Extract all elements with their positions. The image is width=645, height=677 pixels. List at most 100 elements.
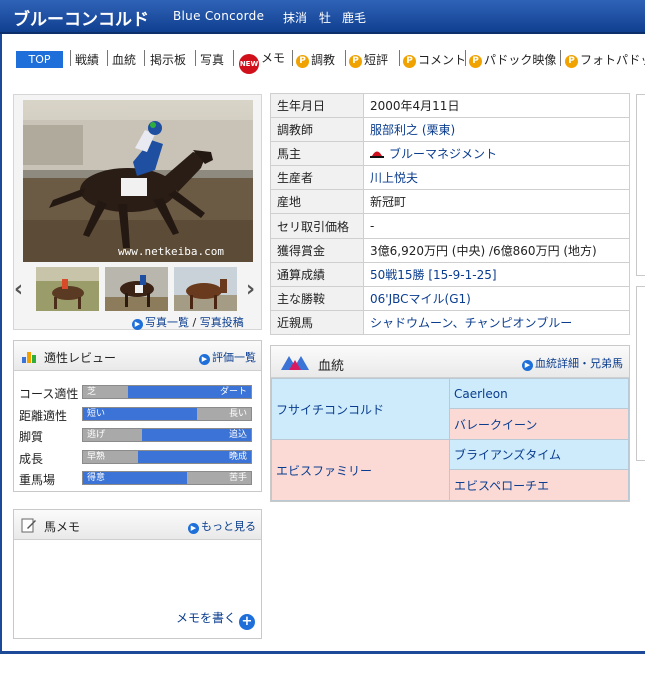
page-header: ブルーコンコルド Blue Concorde 抹消 牡 鹿毛 (0, 0, 645, 34)
profile-value[interactable]: 06'JBCマイル(G1) (370, 292, 471, 306)
profile-row: セリ取引価格 - (270, 213, 630, 239)
dam-link[interactable]: エビスファミリー (276, 462, 372, 479)
thumbnail-3[interactable] (174, 267, 237, 311)
nav-separator (399, 50, 400, 66)
dam-sire-link[interactable]: ブライアンズタイム (454, 446, 561, 463)
profile-key: 近親馬 (270, 309, 364, 335)
profile-key: 主な勝鞍 (270, 285, 364, 311)
tab-pedigree[interactable]: 血統 (112, 51, 136, 68)
tab-paddock-video[interactable]: P パドック映像 (469, 51, 556, 68)
aptitude-right-label: 晩成 (228, 451, 247, 462)
aptitude-review-panel: 適性レビュー ▶ 評価一覧 コース適性芝 ダート 距離適性 短い 長い 脚質 逃げ 追込 成長 早熟… (13, 340, 262, 492)
prev-photo-arrow[interactable]: ‹ (14, 277, 23, 302)
link-separator: / (192, 316, 197, 329)
pedigree-header: 血統 ▶ 血統詳細・兄弟馬 (271, 346, 629, 378)
coat-color-label: 鹿毛 (342, 11, 367, 25)
premium-icon: P (349, 55, 362, 68)
aptitude-row: 脚質 逃げ 追込 (19, 428, 255, 444)
thumbnail-1[interactable] (36, 267, 99, 311)
photo-panel: www.netkeiba.com ‹ › ▶ 写真一覧 / 写真投稿 (13, 94, 262, 330)
horse-name: ブルーコンコルド (13, 10, 149, 30)
next-photo-arrow[interactable]: › (246, 277, 255, 302)
aptitude-left-label: 短い (87, 408, 106, 419)
page-footer-border (0, 651, 645, 654)
profile-value[interactable]: 50戦15勝 [15-9-1-25] (370, 268, 497, 282)
profile-value[interactable]: シャドウムーン、チャンピオンブルー (370, 316, 572, 330)
tab-results[interactable]: 戦績 (75, 51, 99, 68)
nav-separator (233, 50, 234, 66)
dam-sire-cell[interactable]: ブライアンズタイム (449, 439, 629, 470)
aptitude-bar: 短い 長い (82, 406, 252, 421)
profile-row: 主な勝鞍 06'JBCマイル(G1) (270, 285, 630, 311)
aptitude-bar: 逃げ 追込 (82, 428, 252, 442)
tab-review[interactable]: P 短評 (349, 51, 388, 68)
aptitude-label: コース適性 (19, 387, 79, 401)
bar-chart-icon (22, 352, 36, 363)
thumbnail-2[interactable] (105, 267, 168, 311)
pedigree-title: 血統 (318, 359, 345, 374)
tab-memo[interactable]: NEW メモ (239, 49, 285, 74)
profile-value[interactable]: 服部利之 (栗東) (370, 123, 455, 137)
sire-dam-link[interactable]: バレークイーン (454, 416, 537, 433)
sire-sire-cell[interactable]: Caerleon (449, 378, 629, 409)
profile-key: セリ取引価格 (270, 213, 364, 239)
aptitude-right-label: ダート (219, 387, 247, 397)
memo-more-link[interactable]: ▶ もっと見る (188, 518, 256, 534)
horse-memo-panel: 馬メモ ▶ もっと見る メモを書く + (13, 509, 262, 639)
aptitude-right-label: 長い (228, 408, 247, 419)
sex-label: 牡 (319, 11, 332, 25)
aptitude-review-title: 適性レビュー (44, 351, 117, 365)
photo-post-link[interactable]: 写真投稿 (200, 316, 244, 329)
tab-board[interactable]: 掲示板 (150, 51, 186, 68)
pedigree-detail-link[interactable]: ▶ 血統詳細・兄弟馬 (522, 355, 623, 371)
premium-icon: P (565, 55, 578, 68)
tab-training[interactable]: P 調教 (296, 51, 335, 68)
aptitude-left-label: 得意 (87, 473, 106, 483)
nav-separator (292, 50, 293, 66)
aptitude-label: 距離適性 (19, 408, 68, 423)
nav-separator (345, 50, 346, 66)
profile-value[interactable]: 川上悦夫 (370, 171, 418, 185)
horse-nav: TOP 戦績 血統 掲示板 写真 NEW メモ P 調教 P 短評 P コメント P パド… (0, 44, 645, 74)
photo-watermark: www.netkeiba.com (118, 245, 224, 258)
right-column-panel (636, 286, 645, 461)
aptitude-label: 成長 (19, 451, 44, 466)
premium-icon: P (469, 55, 482, 68)
nav-separator (560, 50, 561, 66)
nav-separator (195, 50, 196, 66)
rating-list-label: 評価一覧 (212, 351, 256, 364)
profile-value-cell: 3億6,920万円 (中央) /6億860万円 (地方) (363, 237, 630, 263)
nav-separator (107, 50, 108, 66)
tab-photos[interactable]: 写真 (200, 51, 224, 68)
horse-name-en: Blue Concorde (173, 9, 265, 23)
aptitude-row: 距離適性 短い 長い (19, 406, 255, 423)
profile-value-cell: 06'JBCマイル(G1) (363, 285, 630, 311)
sire-dam-cell[interactable]: バレークイーン (449, 408, 629, 440)
photo-list-link[interactable]: 写真一覧 (145, 316, 189, 329)
tab-paddock-video-label: パドック映像 (484, 53, 557, 67)
new-badge: NEW (239, 54, 259, 74)
profile-value[interactable]: ブルーマネジメント (389, 147, 497, 161)
profile-value-cell: 川上悦夫 (363, 165, 630, 191)
profile-key: 生年月日 (270, 92, 364, 119)
tab-top[interactable]: TOP (16, 51, 63, 68)
profile-value: 3億6,920万円 (中央) /6億860万円 (地方) (370, 243, 597, 258)
write-memo-button[interactable]: メモを書く + (176, 609, 255, 630)
sire-cell[interactable]: フサイチコンコルド (271, 378, 450, 440)
profile-value: 2000年4月11日 (370, 99, 460, 114)
dam-dam-cell[interactable]: エビスペローチエ (449, 469, 629, 501)
sire-sire-link[interactable]: Caerleon (454, 387, 508, 401)
premium-icon: P (403, 55, 416, 68)
memo-more-label: もっと見る (201, 520, 256, 533)
owner-silks-icon (370, 151, 384, 159)
dam-dam-link[interactable]: エビスペローチエ (454, 477, 549, 494)
dam-cell[interactable]: エビスファミリー (271, 439, 450, 501)
arrow-right-icon: ▶ (188, 523, 199, 534)
main-horse-photo[interactable]: www.netkeiba.com (23, 100, 253, 262)
rating-list-link[interactable]: ▶ 評価一覧 (199, 349, 256, 365)
sire-link[interactable]: フサイチコンコルド (276, 401, 384, 418)
tab-photo-paddock[interactable]: Pフォトパドック (565, 51, 645, 68)
arrow-right-icon: ▶ (522, 360, 533, 371)
status-label: 抹消 (283, 11, 308, 25)
tab-comment[interactable]: P コメント (403, 51, 466, 68)
